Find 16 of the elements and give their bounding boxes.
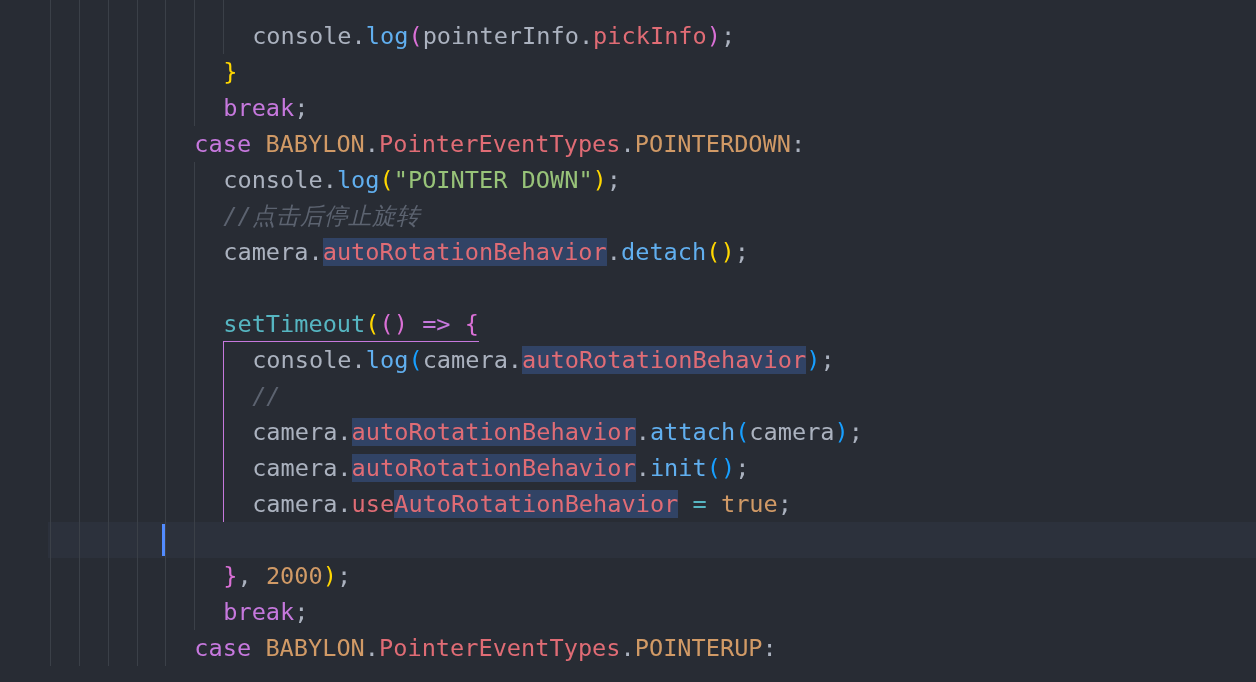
code-line: } (223, 57, 238, 88)
text-cursor (162, 524, 166, 556)
code-line: break; (223, 93, 309, 124)
code-line: case BABYLON.PointerEventTypes.POINTERUP: (194, 633, 777, 664)
code-line: case BABYLON.PointerEventTypes.POINTERDOWN: (194, 129, 806, 160)
code-line: setTimeout(() => { (223, 306, 479, 342)
code-line: // (252, 381, 281, 412)
code-line: console.log(camera.autoRotationBehavior); (252, 345, 835, 376)
code-line: //点击后停止旋转 (223, 201, 420, 232)
code-line: console.log("POINTER DOWN"); (223, 165, 622, 196)
code-line: break; (223, 597, 309, 628)
code-line: camera.autoRotationBehavior.detach(); (223, 237, 749, 268)
code-line: console.log(pointerInfo.pickInfo); (252, 21, 736, 52)
code-line: }, 2000); (223, 561, 352, 592)
code-line: camera.useAutoRotationBehavior = true; (252, 489, 792, 520)
code-line: camera.autoRotationBehavior.attach(camera); (252, 417, 863, 448)
